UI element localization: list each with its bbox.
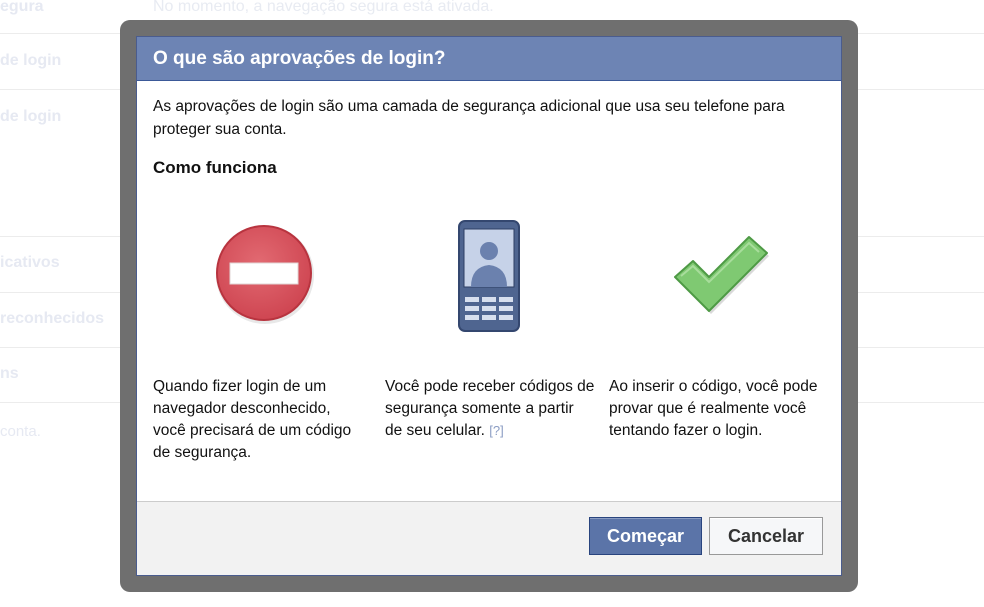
dialog-title: O que são aprovações de login? — [137, 37, 841, 81]
dialog-intro: As aprovações de login são uma camada de… — [153, 98, 785, 138]
mobile-phone-icon — [457, 219, 521, 338]
step-text: Quando fizer login de um navegador desco… — [153, 378, 352, 461]
step-text: Ao inserir o código, você pode provar qu… — [609, 378, 818, 439]
cancel-button[interactable]: Cancelar — [709, 517, 823, 555]
settings-footer-text: conta. — [0, 423, 41, 440]
dialog-footer: Começar Cancelar — [137, 501, 841, 575]
checkmark-icon — [671, 233, 771, 322]
section-heading: Como funciona — [153, 158, 277, 177]
settings-row-label: egura — [0, 0, 44, 15]
step-description: Quando fizer login de um navegador desco… — [153, 376, 363, 464]
settings-row-label: de login — [0, 52, 62, 69]
step-description: Você pode receber códigos de segurança s… — [385, 376, 595, 442]
login-approvals-dialog: O que são aprovações de login? As aprova… — [136, 36, 842, 576]
settings-row-label: ns — [0, 365, 19, 382]
start-button[interactable]: Começar — [589, 517, 702, 555]
settings-row-label: de login — [0, 108, 62, 125]
help-link[interactable]: [?] — [489, 423, 503, 438]
step-description: Ao inserir o código, você pode provar qu… — [609, 376, 827, 442]
settings-row-label: reconhecidos — [0, 310, 105, 327]
settings-row-label: icativos — [0, 254, 60, 271]
settings-row-value: No momento, a navegação segura está ativ… — [153, 0, 494, 15]
no-entry-icon — [213, 223, 317, 332]
modal-frame: O que são aprovações de login? As aprova… — [120, 20, 858, 592]
